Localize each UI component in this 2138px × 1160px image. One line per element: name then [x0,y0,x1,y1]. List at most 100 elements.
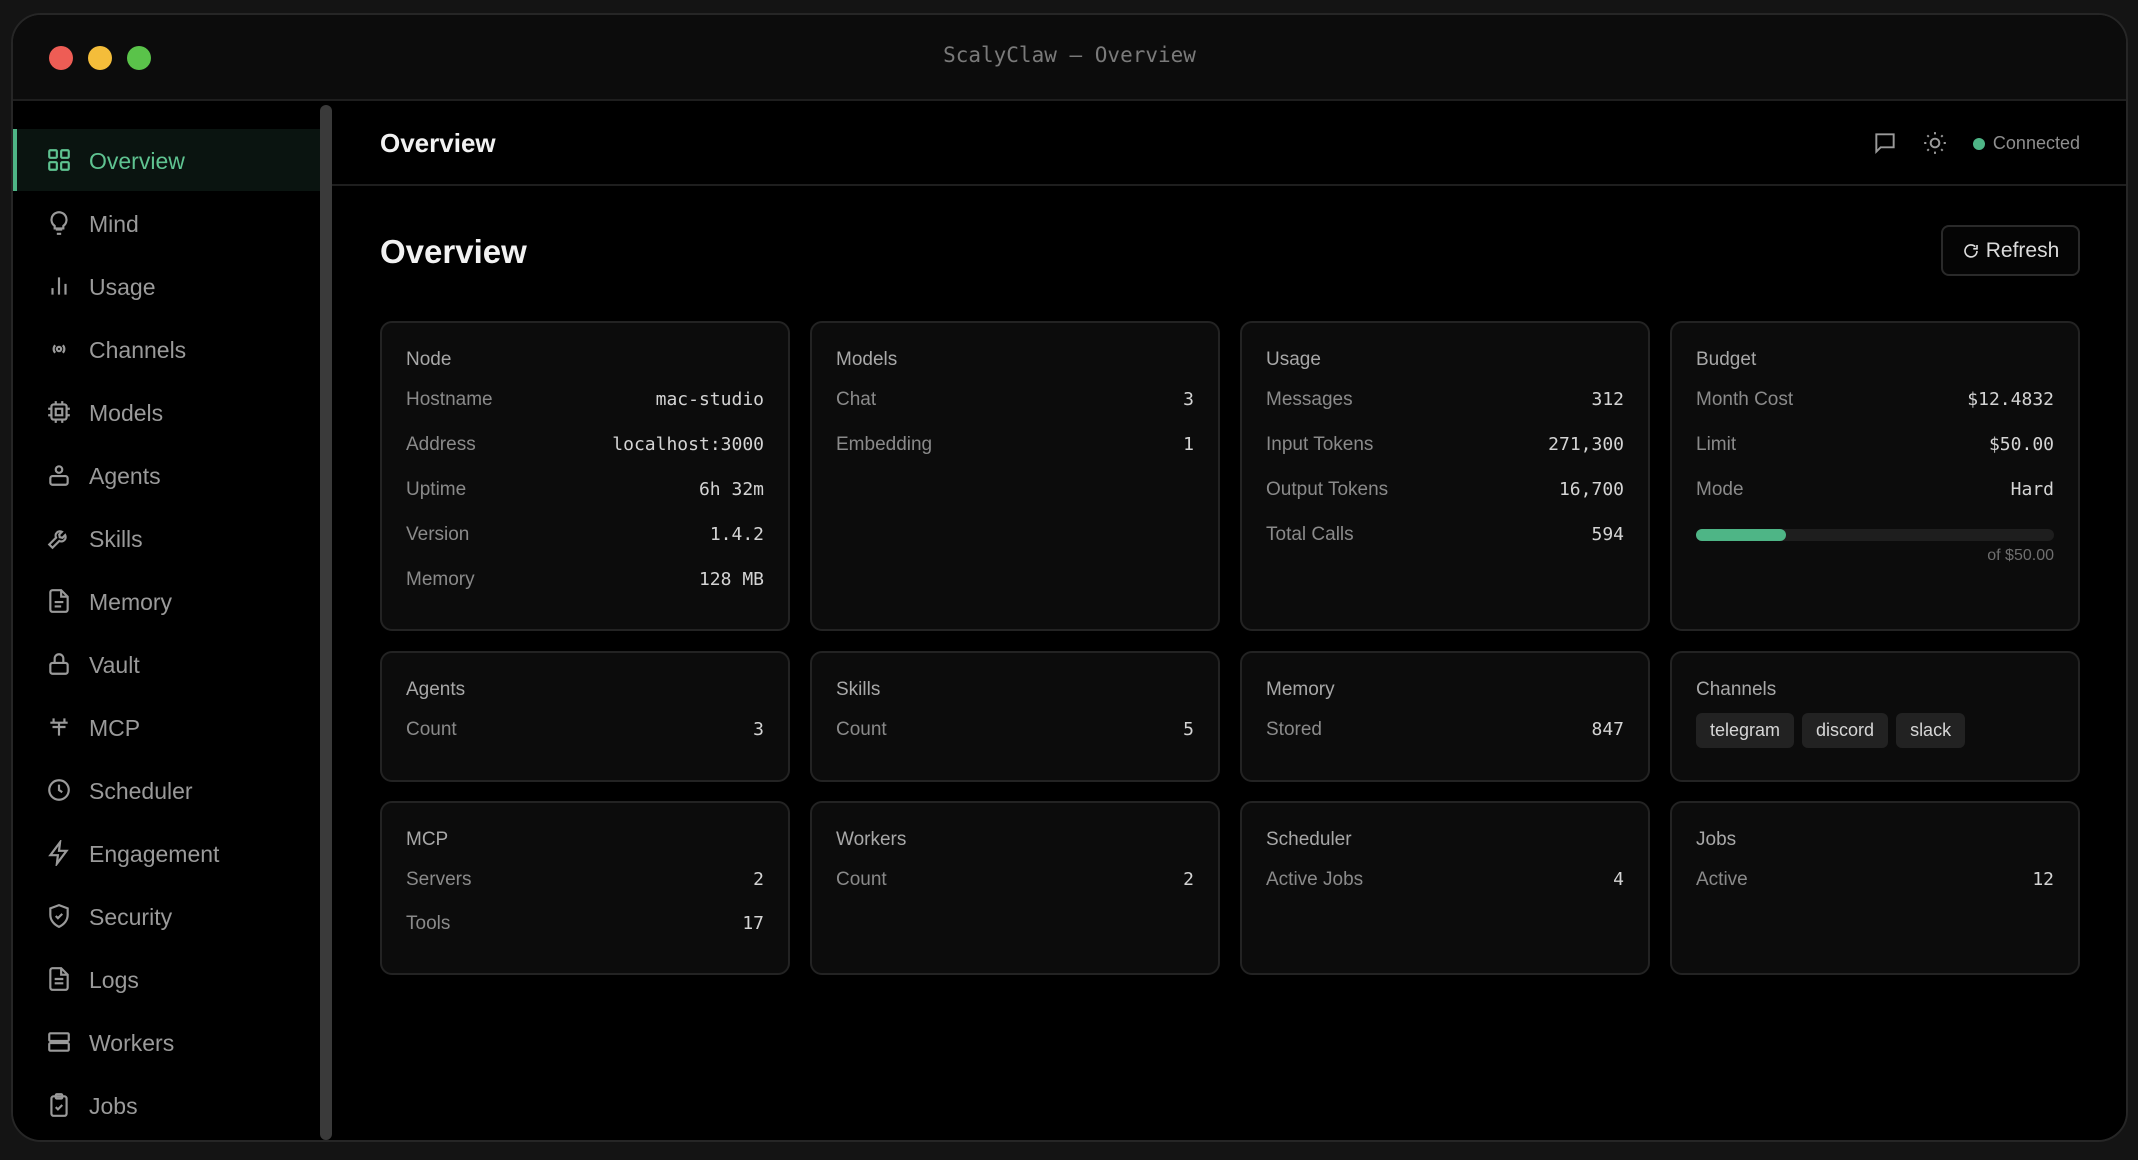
connection-status: Connected [1972,133,2080,154]
card-row: Stored 847 [1266,719,1624,740]
card-row: Servers 2 [406,869,764,890]
budget-card: Budget Month Cost $12.4832 Limit $50.00 Mo… [1670,321,2080,631]
card-title: Memory [1266,679,1335,700]
usage-card: Usage Messages 312 Input Tokens 271,300 Ou… [1240,321,1650,631]
card-row: Count 2 [836,869,1194,890]
clipboard-check-icon [46,1092,72,1118]
chat-icon[interactable] [1872,130,1898,156]
channel-tag[interactable]: telegram [1696,713,1795,748]
card-title: Usage [1266,349,1321,370]
card-title: Agents [406,679,466,700]
wrench-icon [46,525,72,551]
card-row: Input Tokens 271,300 [1266,434,1624,455]
agents-card: Agents Count 3 [380,651,790,782]
sidebar-item-label: Skills [89,526,143,552]
server-icon [46,1029,72,1055]
card-title: MCP [406,829,449,850]
sidebar-item-channels[interactable]: Channels [13,318,320,380]
status-label: Connected [1992,133,2080,153]
title-bar: ScalyClaw — Overview [13,15,2126,101]
clock-icon [46,777,72,803]
sidebar-item-label: Usage [89,274,156,300]
budget-progress-fill [1696,529,1786,541]
mcp-card: MCP Servers 2 Tools 17 [380,801,790,975]
card-title: Models [836,349,898,370]
sidebar: Overview Mind Usage Channels Models Agen… [13,103,320,1140]
memory-card: Memory Stored 847 [1240,651,1650,782]
card-title: Scheduler [1266,829,1352,850]
refresh-icon [1963,243,1978,258]
sun-icon[interactable] [1922,130,1948,156]
sidebar-item-workers[interactable]: Workers [13,1011,320,1073]
card-row: Version 1.4.2 [406,524,764,545]
channel-tag[interactable]: slack [1896,713,1966,748]
sidebar-item-label: Memory [89,589,173,615]
card-row: Output Tokens 16,700 [1266,479,1624,500]
sidebar-item-usage[interactable]: Usage [13,255,320,317]
card-row: Uptime 6h 32m [406,479,764,500]
refresh-button[interactable]: Refresh [1941,225,2080,276]
sidebar-item-label: Workers [89,1030,175,1056]
sidebar-item-scheduler[interactable]: Scheduler [13,759,320,821]
sidebar-item-label: Vault [89,652,140,678]
window-title: ScalyClaw — Overview [943,43,1196,67]
sidebar-item-label: Agents [89,463,161,489]
budget-progress-caption: of $50.00 [1987,547,2054,564]
card-row: Embedding 1 [836,434,1194,455]
card-row: Count 3 [406,719,764,740]
robot-icon [46,462,72,488]
skills-card: Skills Count 5 [810,651,1220,782]
lock-icon [46,651,72,677]
sidebar-item-mind[interactable]: Mind [13,192,320,254]
sidebar-item-label: Models [89,400,164,426]
sidebar-item-label: Security [89,904,173,930]
sidebar-item-memory[interactable]: Memory [13,570,320,632]
card-row: Hostname mac-studio [406,389,764,410]
bar-chart-icon [46,273,72,299]
card-row: Chat 3 [836,389,1194,410]
card-row: Count 5 [836,719,1194,740]
budget-progress-bar [1696,529,2054,541]
sidebar-item-label: Jobs [89,1093,138,1119]
card-title: Skills [836,679,881,700]
channel-tags: telegram discord slack [1696,713,1966,748]
models-card: Models Chat 3 Embedding 1 [810,321,1220,631]
jobs-card: Jobs Active 12 [1670,801,2080,975]
sidebar-item-overview[interactable]: Overview [13,129,320,191]
sidebar-item-vault[interactable]: Vault [13,633,320,695]
cpu-icon [46,399,72,425]
sidebar-item-label: Mind [89,211,139,237]
sidebar-scrollbar[interactable] [320,105,332,1140]
file-text-icon [46,966,72,992]
main-content: Overview Connected Overview Refresh Node… [332,103,2126,1140]
sidebar-item-skills[interactable]: Skills [13,507,320,569]
header-title: Overview [380,128,496,158]
card-row: Limit $50.00 [1696,434,2054,455]
card-title: Node [406,349,452,370]
channels-card: Channels telegram discord slack [1670,651,2080,782]
sidebar-item-security[interactable]: Security [13,885,320,947]
status-dot [1972,137,1985,150]
refresh-label: Refresh [1985,238,2060,262]
lightning-icon [46,840,72,866]
sidebar-item-jobs[interactable]: Jobs [13,1074,320,1136]
page-title: Overview [380,233,527,270]
sidebar-item-logs[interactable]: Logs [13,948,320,1010]
card-row: Address localhost:3000 [406,434,764,455]
app-window: ScalyClaw — Overview Overview Mind Usage… [11,13,2128,1142]
sidebar-item-agents[interactable]: Agents [13,444,320,506]
channel-tag[interactable]: discord [1802,713,1889,748]
sidebar-item-label: Logs [89,967,139,993]
sidebar-item-label: Channels [89,337,187,363]
sidebar-item-label: Overview [89,148,185,174]
plug-icon [46,714,72,740]
sidebar-item-mcp[interactable]: MCP [13,696,320,758]
workers-card: Workers Count 2 [810,801,1220,975]
sidebar-item-models[interactable]: Models [13,381,320,443]
card-title: Budget [1696,349,1757,370]
card-row: Month Cost $12.4832 [1696,389,2054,410]
sidebar-item-engagement[interactable]: Engagement [13,822,320,884]
card-title: Workers [836,829,907,850]
sidebar-item-label: MCP [89,715,141,741]
document-icon [46,588,72,614]
